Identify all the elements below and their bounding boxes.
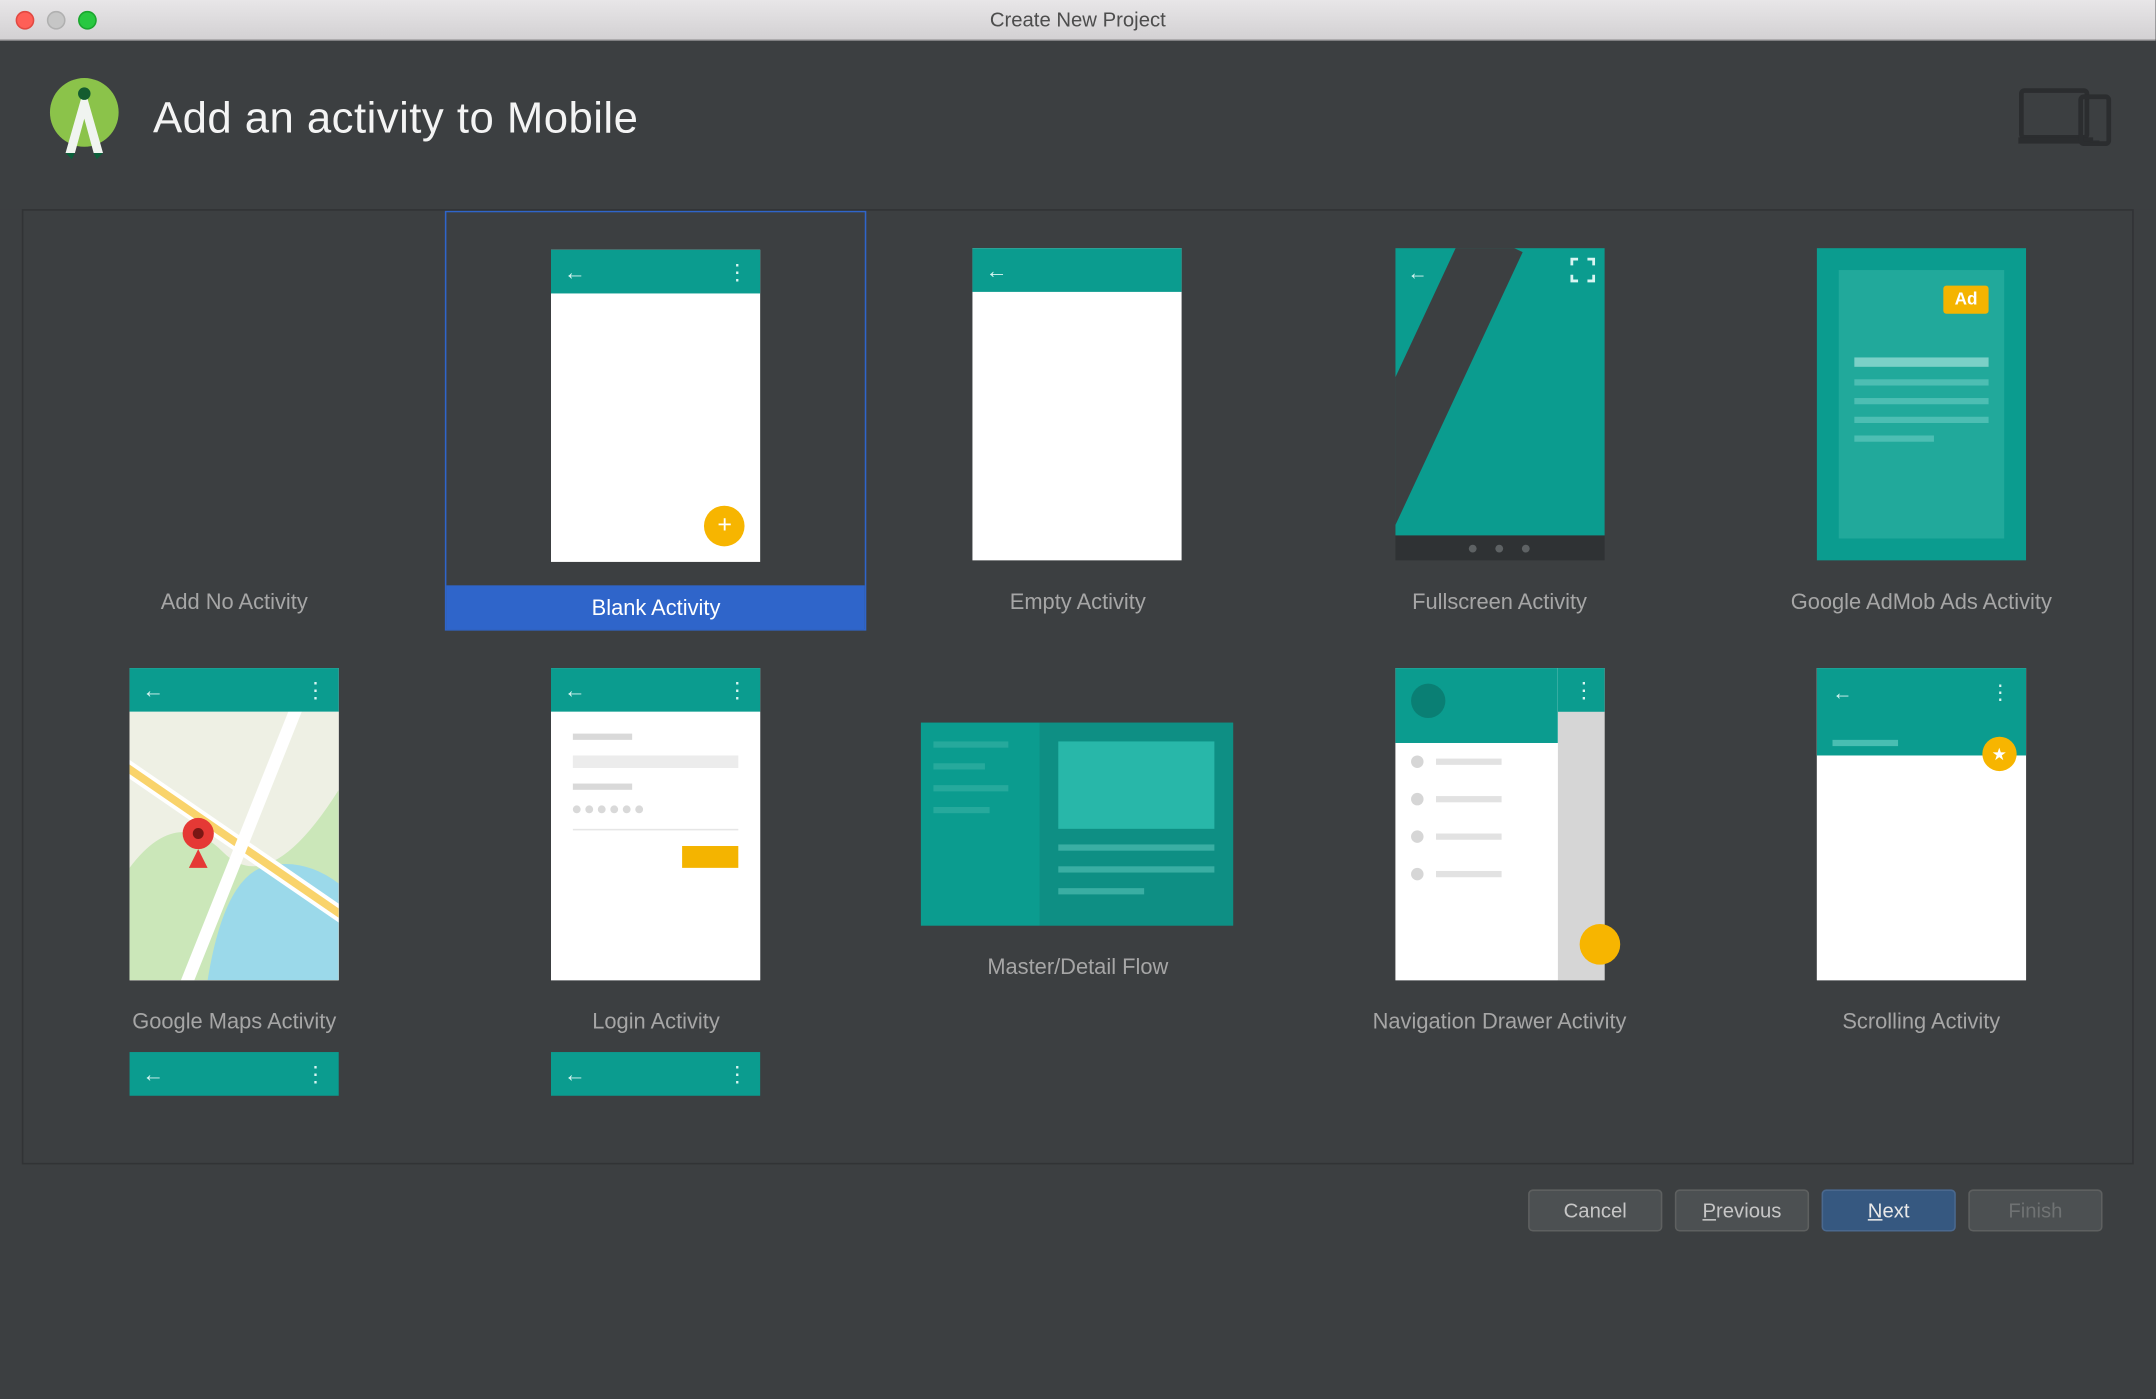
back-arrow-icon: ← — [1407, 261, 1427, 284]
overflow-icon: ⋮ — [305, 1061, 327, 1088]
preview-body: ← — [1395, 248, 1604, 535]
preview-appbar: ← ⋮ — [551, 668, 760, 712]
tile-add-no-activity[interactable]: Add No Activity — [23, 211, 445, 631]
tile-admob-activity[interactable]: Ad Google AdMob Ads Activity — [1710, 211, 2132, 631]
wizard-footer: Cancel Previous Next Finish — [22, 1164, 2134, 1262]
tile-partial-1[interactable]: ← ⋮ — [23, 1043, 445, 1096]
fab-star-icon: ★ — [1982, 737, 2016, 771]
android-studio-logo-icon — [37, 72, 131, 166]
preview-body: ← ⋮ ★ — [1817, 668, 2026, 980]
tile-label: Navigation Drawer Activity — [1289, 999, 1711, 1043]
tile-login-activity[interactable]: ← ⋮ — [445, 631, 867, 1043]
fab-icon: + — [704, 506, 745, 547]
next-button[interactable]: Next — [1822, 1189, 1956, 1231]
preview-scrolling: ← ⋮ ★ — [1817, 668, 2026, 980]
finish-button: Finish — [1968, 1189, 2102, 1231]
preview-pager — [1395, 535, 1604, 560]
cancel-button[interactable]: Cancel — [1528, 1189, 1662, 1231]
page-title: Add an activity to Mobile — [153, 94, 638, 144]
preview-empty: ← — [973, 248, 1182, 560]
preview-appbar: ← ⋮ — [130, 1052, 339, 1096]
preview-map-body — [130, 712, 339, 980]
previous-button[interactable]: Previous — [1675, 1189, 1809, 1231]
back-arrow-icon: ← — [564, 677, 586, 702]
preview-appbar: ← ⋮ — [551, 250, 760, 294]
tile-label: Google AdMob Ads Activity — [1710, 579, 2132, 623]
tile-empty-activity[interactable]: ← Empty Activity — [867, 211, 1289, 631]
tile-scrolling-activity[interactable]: ← ⋮ ★ Scrolling Activity — [1710, 631, 2132, 1043]
preview-body — [922, 723, 1234, 926]
overflow-icon: ⋮ — [1573, 677, 1595, 704]
activity-grid-panel: Add No Activity ← ⋮ + Blank Activity ← — [22, 209, 2134, 1164]
form-factor-icon — [2018, 84, 2118, 153]
back-arrow-icon: ← — [142, 1061, 164, 1086]
back-arrow-icon: ← — [1832, 681, 1852, 706]
preview-none — [130, 248, 339, 560]
tile-fullscreen-activity[interactable]: ← Fullscreen Activity — [1289, 211, 1711, 631]
preview-partial: ← ⋮ — [551, 1052, 760, 1096]
tile-navigation-drawer-activity[interactable]: ⋮ Navigation Drawer Activity — [1289, 631, 1711, 1043]
preview-partial: ← ⋮ — [130, 1052, 339, 1096]
overflow-icon: ⋮ — [726, 258, 748, 285]
fab-icon — [1579, 924, 1620, 965]
tile-label: Master/Detail Flow — [867, 944, 1289, 988]
preview-appbar: ← ⋮ — [551, 1052, 760, 1096]
wizard-header: Add an activity to Mobile — [0, 41, 2156, 210]
back-arrow-icon: ← — [564, 1061, 586, 1086]
tile-partial-2[interactable]: ← ⋮ — [445, 1043, 867, 1096]
preview-login: ← ⋮ — [551, 668, 760, 980]
fullscreen-icon — [1570, 258, 1595, 283]
window-title: Create New Project — [0, 8, 2156, 31]
tile-master-detail-flow[interactable]: Master/Detail Flow — [867, 631, 1289, 1043]
overflow-icon: ⋮ — [726, 1061, 748, 1088]
activity-grid: Add No Activity ← ⋮ + Blank Activity ← — [23, 211, 2132, 1096]
tile-blank-activity[interactable]: ← ⋮ + Blank Activity — [445, 211, 867, 631]
overflow-icon: ⋮ — [305, 677, 327, 704]
overflow-icon: ⋮ — [726, 677, 748, 704]
back-arrow-icon: ← — [142, 677, 164, 702]
back-arrow-icon: ← — [986, 258, 1008, 283]
tile-label: Login Activity — [445, 999, 867, 1043]
back-arrow-icon: ← — [564, 259, 586, 284]
preview-master-detail — [922, 723, 1234, 926]
tile-label: Scrolling Activity — [1710, 999, 2132, 1043]
ad-chip: Ad — [1944, 286, 1989, 314]
tile-label: Google Maps Activity — [23, 999, 445, 1043]
preview-fullscreen: ← — [1395, 248, 1604, 560]
tile-google-maps-activity[interactable]: ← ⋮ — [23, 631, 445, 1043]
tile-label: Empty Activity — [867, 579, 1289, 623]
preview-body — [551, 712, 760, 980]
wizard-content: Add No Activity ← ⋮ + Blank Activity ← — [0, 209, 2156, 1284]
overflow-icon: ⋮ — [1990, 681, 2010, 706]
preview-nav-drawer: ⋮ — [1395, 668, 1604, 980]
preview-maps: ← ⋮ — [130, 668, 339, 980]
preview-appbar: ← ⋮ — [130, 668, 339, 712]
tile-label: Blank Activity — [447, 585, 866, 629]
preview-admob: Ad — [1817, 248, 2026, 560]
preview-blank: ← ⋮ + — [551, 250, 760, 562]
preview-appbar: ← — [973, 248, 1182, 292]
tile-label: Fullscreen Activity — [1289, 579, 1711, 623]
tile-label: Add No Activity — [23, 579, 445, 623]
preview-body: ⋮ — [1395, 668, 1604, 980]
preview-body: Ad — [1817, 248, 2026, 560]
titlebar: Create New Project — [0, 0, 2156, 41]
